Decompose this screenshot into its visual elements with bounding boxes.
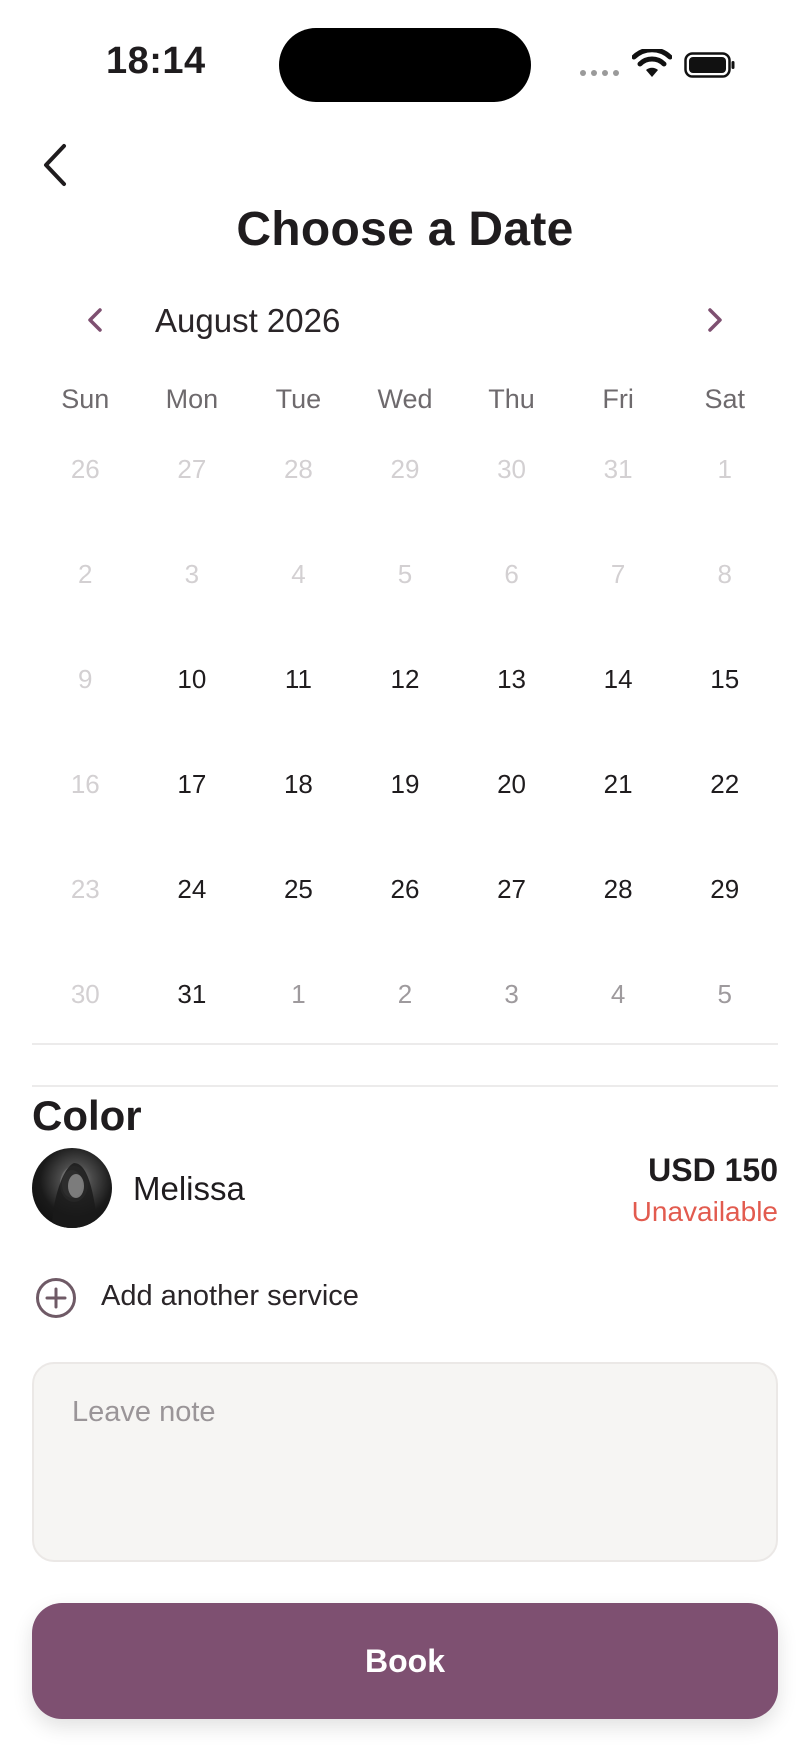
add-another-service-link[interactable]: Add another service bbox=[101, 1280, 359, 1313]
availability-status: Unavailable bbox=[631, 1196, 778, 1227]
divider bbox=[32, 1043, 778, 1045]
calendar-day: 31 bbox=[603, 454, 633, 484]
calendar-weekday-header: Sun Mon Tue Wed Thu Fri Sat bbox=[32, 384, 778, 415]
calendar-day[interactable]: 19 bbox=[352, 749, 459, 854]
weekday-label: Sat bbox=[704, 384, 745, 414]
calendar-day: 3 bbox=[184, 559, 200, 589]
book-button[interactable]: Book bbox=[32, 1603, 778, 1719]
weekday-label: Tue bbox=[275, 384, 322, 414]
calendar-day[interactable]: 15 bbox=[671, 644, 778, 749]
status-time: 18:14 bbox=[106, 40, 206, 82]
calendar-day: 9 bbox=[78, 664, 93, 694]
calendar-day: 1 bbox=[717, 454, 732, 484]
calendar-day: 2 bbox=[397, 979, 413, 1009]
stylist-avatar bbox=[32, 1148, 112, 1228]
calendar-day[interactable]: 24 bbox=[139, 854, 246, 959]
next-month-chevron-icon[interactable] bbox=[700, 302, 730, 338]
calendar-day[interactable]: 10 bbox=[139, 644, 246, 749]
calendar-day[interactable]: 27 bbox=[458, 854, 565, 959]
calendar-day[interactable]: 28 bbox=[565, 854, 672, 959]
previous-month-chevron-icon[interactable] bbox=[80, 302, 110, 338]
service-title: Color bbox=[32, 1092, 142, 1139]
calendar-day: 8 bbox=[717, 559, 732, 589]
calendar-day: 5 bbox=[717, 979, 732, 1009]
calendar-day: 30 bbox=[497, 454, 527, 484]
calendar-day: 3 bbox=[504, 979, 519, 1009]
calendar-day: 29 bbox=[390, 454, 420, 484]
weekday-label: Wed bbox=[377, 384, 433, 414]
page-title: Choose a Date bbox=[236, 203, 574, 256]
calendar-day[interactable]: 31 bbox=[139, 959, 246, 1064]
calendar-day: 4 bbox=[291, 559, 306, 589]
calendar-day: 5 bbox=[397, 559, 413, 589]
weekday-label: Mon bbox=[165, 384, 219, 414]
calendar-day: 2 bbox=[78, 559, 93, 589]
service-price: USD 150 bbox=[648, 1152, 778, 1188]
calendar-day[interactable]: 22 bbox=[671, 749, 778, 854]
calendar-day: 7 bbox=[610, 559, 626, 589]
calendar-day[interactable]: 25 bbox=[245, 854, 352, 959]
cellular-signal-icon bbox=[580, 70, 619, 76]
calendar-day: 23 bbox=[70, 874, 100, 904]
plus-circle-icon[interactable] bbox=[35, 1277, 77, 1319]
calendar-day: 28 bbox=[283, 454, 313, 484]
calendar-day: 27 bbox=[177, 454, 207, 484]
dynamic-island bbox=[279, 28, 531, 102]
calendar-day: 4 bbox=[610, 979, 626, 1009]
calendar-day[interactable]: 20 bbox=[458, 749, 565, 854]
calendar-day[interactable]: 12 bbox=[352, 644, 459, 749]
wifi-icon bbox=[632, 49, 672, 77]
battery-icon bbox=[684, 52, 735, 78]
stylist-name: Melissa bbox=[133, 1170, 245, 1207]
calendar-day[interactable]: 21 bbox=[565, 749, 672, 854]
calendar-day[interactable]: 26 bbox=[352, 854, 459, 959]
weekday-label: Thu bbox=[488, 384, 535, 414]
calendar-day[interactable]: 17 bbox=[139, 749, 246, 854]
weekday-label: Fri bbox=[602, 384, 634, 414]
calendar-day: 30 bbox=[70, 979, 100, 1009]
calendar-day[interactable]: 13 bbox=[458, 644, 565, 749]
weekday-label: Sun bbox=[61, 384, 110, 414]
calendar-day[interactable]: 14 bbox=[565, 644, 672, 749]
avatar-photo bbox=[52, 1163, 98, 1228]
calendar-day-grid: 26 27 28 29 30 31 1 2 3 4 5 6 7 8 9 10 11 12 13 14 15 16 17 18 1… bbox=[32, 434, 778, 1064]
calendar-day: 6 bbox=[504, 559, 519, 589]
calendar-day: 16 bbox=[70, 769, 100, 799]
calendar-day[interactable]: 11 bbox=[245, 644, 352, 749]
back-arrow-icon[interactable] bbox=[36, 140, 76, 190]
calendar-day[interactable]: 29 bbox=[671, 854, 778, 959]
calendar-month-label: August 2026 bbox=[155, 302, 341, 339]
leave-note-textarea[interactable]: Leave note bbox=[32, 1362, 778, 1562]
calendar-day[interactable]: 18 bbox=[245, 749, 352, 854]
calendar-day: 1 bbox=[291, 979, 306, 1009]
divider bbox=[32, 1085, 778, 1087]
calendar-day: 26 bbox=[70, 454, 100, 484]
